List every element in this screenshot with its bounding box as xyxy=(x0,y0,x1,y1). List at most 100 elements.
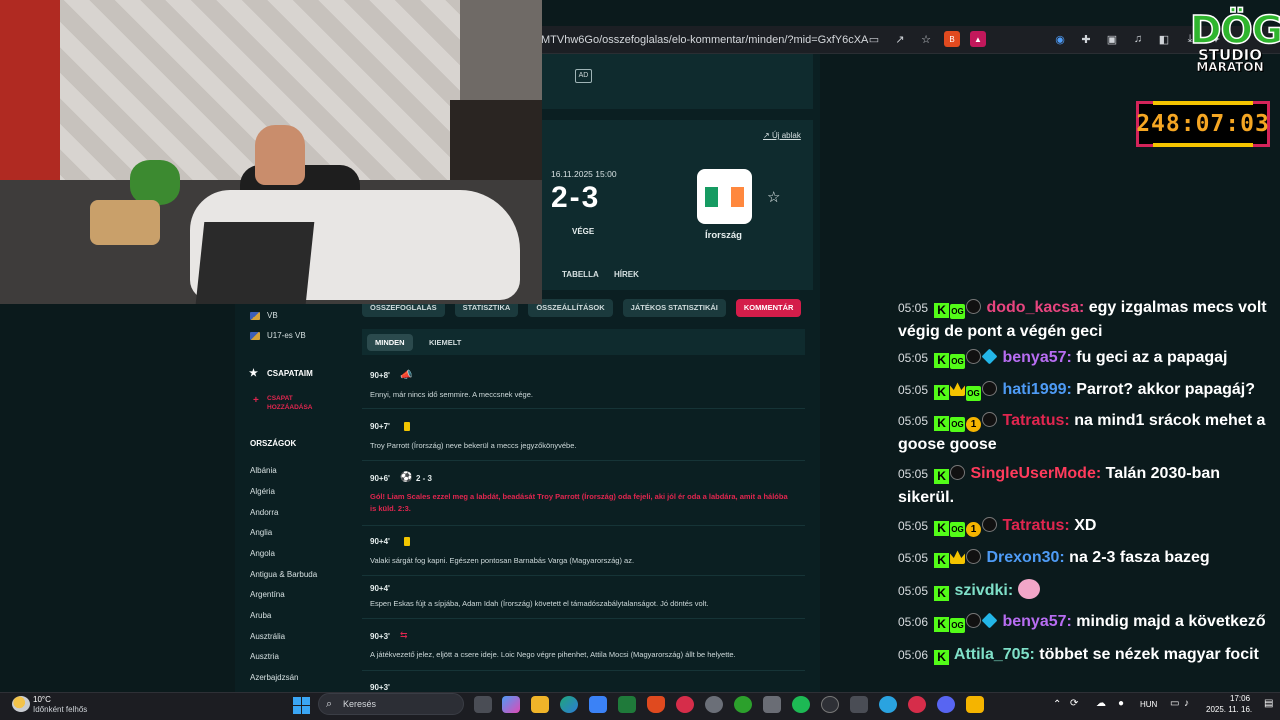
event-time: 90+8' xyxy=(370,371,390,380)
xbox-icon[interactable] xyxy=(734,696,752,713)
copilot-icon[interactable] xyxy=(502,696,520,713)
telegram-icon[interactable] xyxy=(879,696,897,713)
chat-username[interactable]: Drexon30: xyxy=(982,549,1069,566)
terminal-icon[interactable] xyxy=(618,696,636,713)
country-item[interactable]: Ausztrália xyxy=(250,632,285,641)
app-icon-8[interactable] xyxy=(908,696,926,713)
start-icon[interactable] xyxy=(293,697,310,714)
favorite-star-icon[interactable]: ☆ xyxy=(767,188,780,206)
bookmark-icon[interactable]: ☆ xyxy=(918,31,934,47)
add-team-link[interactable]: CSAPAT HOZZÁADÁSA xyxy=(267,394,327,412)
clock-time[interactable]: 17:06 xyxy=(1230,694,1250,703)
sync-icon[interactable]: ⟳ xyxy=(1070,698,1078,709)
chat-text: mindig majd a következő xyxy=(1076,613,1266,630)
away-team-name[interactable]: Írország xyxy=(705,230,742,241)
chat-message: 05:05 K Drexon30: na 2-3 fasza bazeg xyxy=(898,546,1278,570)
install-icon[interactable]: ▭ xyxy=(866,31,882,47)
chat-username[interactable]: benya57: xyxy=(998,349,1076,366)
country-item[interactable]: Argentína xyxy=(250,590,285,599)
chat-username[interactable]: szivdki: xyxy=(950,582,1018,599)
timer-value: 248:07:03 xyxy=(1136,111,1270,137)
filter-highlighted[interactable]: KIEMELT xyxy=(421,334,469,351)
settings-icon[interactable] xyxy=(705,696,723,713)
music-icon[interactable]: ♫ xyxy=(1130,31,1146,47)
sub-badge-icon xyxy=(950,465,966,480)
volume-icon[interactable]: ♪ xyxy=(1184,698,1189,709)
app-icon-gray[interactable] xyxy=(763,696,781,713)
country-item[interactable]: Aruba xyxy=(250,611,271,620)
extensions-icon[interactable]: ✚ xyxy=(1078,31,1094,47)
brave-icon[interactable] xyxy=(647,696,665,713)
app-icon-red[interactable] xyxy=(676,696,694,713)
k-badge-icon: K xyxy=(934,553,950,568)
og-badge-icon: OG xyxy=(950,618,966,633)
subnav-hirek[interactable]: HÍREK xyxy=(614,270,639,279)
country-item[interactable]: Albánia xyxy=(250,466,277,475)
country-item[interactable]: Ausztria xyxy=(250,652,279,661)
edge-icon[interactable] xyxy=(560,696,578,713)
chat-username[interactable]: Tatratus: xyxy=(998,517,1074,534)
new-window-link[interactable]: ↗ Új ablak xyxy=(763,131,801,140)
country-item[interactable]: Antigua & Barbuda xyxy=(250,570,317,579)
nav-item-u17[interactable]: U17-es VB xyxy=(267,331,306,340)
chat-username[interactable]: benya57: xyxy=(998,613,1076,630)
panel-icon[interactable]: ◧ xyxy=(1156,31,1172,47)
event-time: 90+3' xyxy=(370,632,390,641)
subnav-tabella[interactable]: TABELLA xyxy=(562,270,599,279)
chat-timestamp: 05:05 xyxy=(898,301,929,315)
cloud-icon[interactable]: ☁ xyxy=(1096,698,1106,709)
weather-icon[interactable] xyxy=(12,696,30,712)
og-badge-icon: OG xyxy=(950,354,966,369)
countries-header: ORSZÁGOK xyxy=(250,439,297,448)
stream-logo: DÖG STUDIO MARATON xyxy=(1189,10,1280,74)
obs-icon[interactable] xyxy=(821,696,839,713)
network-icon[interactable]: ▭ xyxy=(1170,698,1179,709)
mic-icon[interactable]: ● xyxy=(1118,698,1124,709)
tab-player-stats[interactable]: JÁTÉKOS STATISZTIKÁI xyxy=(622,299,726,317)
sidebar-icon[interactable]: ▣ xyxy=(1104,31,1120,47)
chat-username[interactable]: dodo_kacsa: xyxy=(982,299,1089,316)
clock-date[interactable]: 2025. 11. 16. xyxy=(1206,705,1252,714)
k-badge-icon: K xyxy=(934,353,950,368)
webcam-overlay xyxy=(0,0,542,304)
k-badge-icon: K xyxy=(934,416,950,431)
country-item[interactable]: Anglia xyxy=(250,528,272,537)
chat-timestamp: 05:06 xyxy=(898,648,929,662)
rockstar-icon[interactable] xyxy=(966,696,984,713)
weather-desc[interactable]: Időnként felhős xyxy=(33,705,87,714)
calculator-icon[interactable] xyxy=(850,696,868,713)
store-icon[interactable] xyxy=(589,696,607,713)
notification-icon[interactable]: ▤ xyxy=(1264,698,1273,709)
webcam-pillow xyxy=(90,200,160,245)
my-teams-header[interactable]: CSAPATAIM xyxy=(267,369,313,378)
country-item[interactable]: Algéria xyxy=(250,487,275,496)
chat-username[interactable]: SingleUserMode: xyxy=(966,465,1106,482)
audio-icon[interactable]: ◉ xyxy=(1052,31,1068,47)
chat-username[interactable]: Attila_705: xyxy=(950,646,1039,663)
spotify-icon[interactable] xyxy=(792,696,810,713)
tab-commentary[interactable]: KOMMENTÁR xyxy=(735,299,802,317)
task-view-icon[interactable] xyxy=(474,696,492,713)
chat-username[interactable]: hati1999: xyxy=(998,381,1076,398)
share-icon[interactable]: ↗ xyxy=(892,31,908,47)
nav-item-vb[interactable]: VB xyxy=(267,311,278,320)
away-team-logo[interactable] xyxy=(697,169,752,224)
country-item[interactable]: Azerbajdzsán xyxy=(250,673,298,682)
gem-badge-icon xyxy=(981,612,998,629)
u17-icon xyxy=(250,332,260,340)
discord-icon[interactable] xyxy=(937,696,955,713)
filter-all[interactable]: MINDEN xyxy=(367,334,413,351)
language-indicator[interactable]: HUN xyxy=(1140,700,1157,709)
event-score: 2 - 3 xyxy=(416,474,433,483)
webcam-person-head xyxy=(255,125,305,185)
file-explorer-icon[interactable] xyxy=(531,696,549,713)
country-item[interactable]: Angola xyxy=(250,549,275,558)
weather-temp[interactable]: 10°C xyxy=(33,695,51,704)
tray-overflow-icon[interactable]: ⌃ xyxy=(1053,699,1061,710)
chat-username[interactable]: Tatratus: xyxy=(998,412,1074,429)
brave-shield-icon[interactable]: B xyxy=(944,31,960,47)
country-item[interactable]: Andorra xyxy=(250,508,278,517)
address-bar[interactable]: MTVhw6Go/osszefoglalas/elo-kommentar/min… xyxy=(541,34,868,46)
taskbar-search[interactable] xyxy=(318,693,464,715)
brave-rewards-icon[interactable]: ▲ xyxy=(970,31,986,47)
